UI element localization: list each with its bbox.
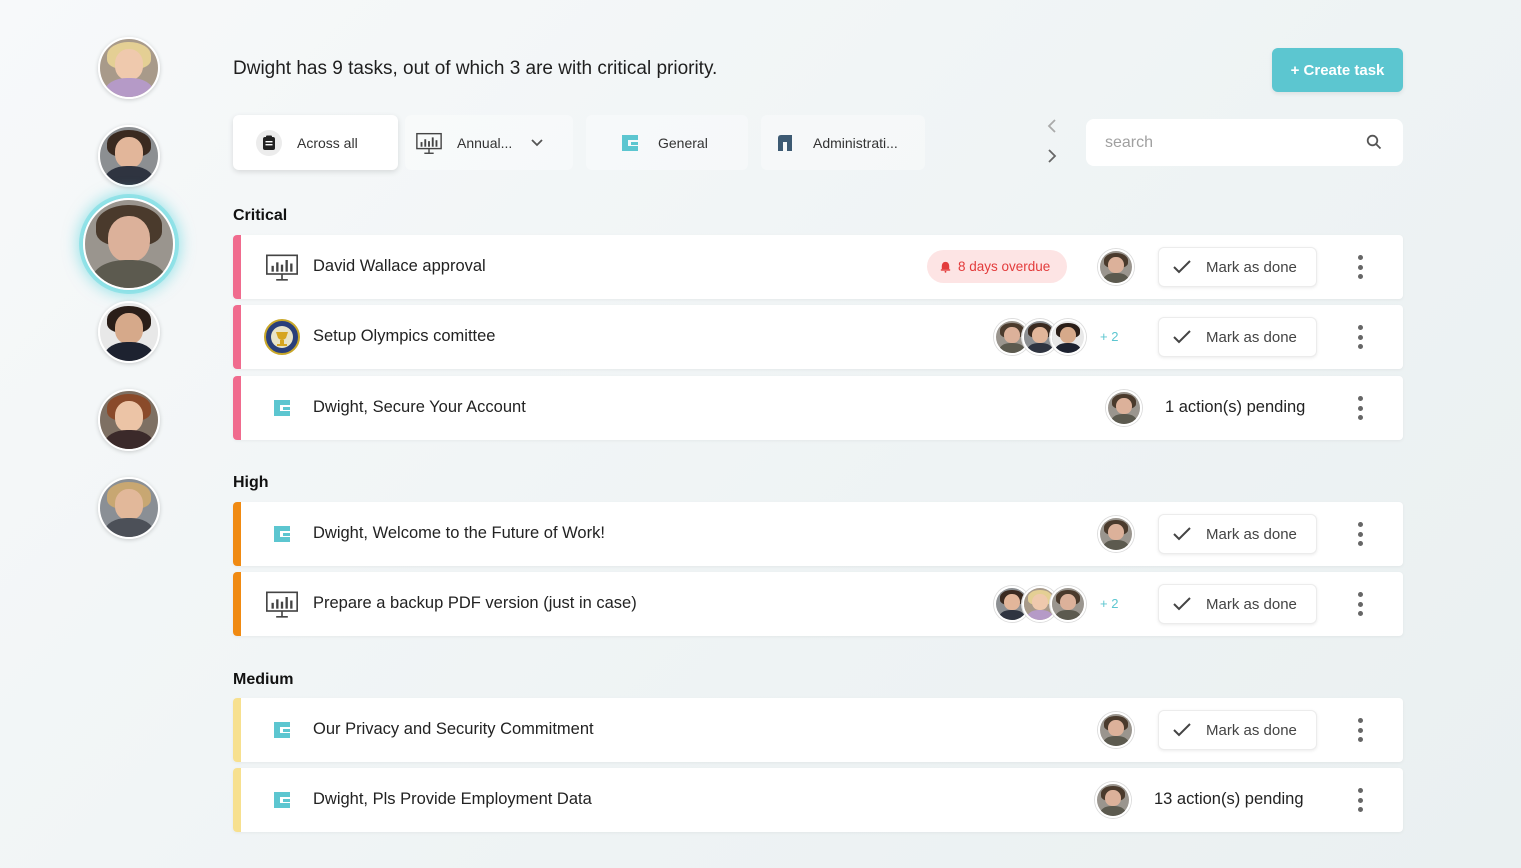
more-assignees-count[interactable]: + 2	[1100, 596, 1118, 611]
mark-as-done-label: Mark as done	[1206, 258, 1297, 276]
person-avatar[interactable]	[98, 301, 160, 363]
chevron-down-icon[interactable]	[530, 135, 544, 151]
checkmark-icon	[1173, 723, 1191, 737]
search-input[interactable]	[1086, 119, 1403, 166]
assignee-avatar[interactable]	[1098, 712, 1134, 748]
priority-bar	[233, 572, 241, 636]
priority-bar	[233, 502, 241, 566]
mark-as-done-label: Mark as done	[1206, 328, 1297, 346]
task-title: Dwight, Welcome to the Future of Work!	[313, 524, 605, 542]
assignee-avatar[interactable]	[1098, 249, 1134, 285]
alarm-icon	[940, 261, 951, 273]
tab-general[interactable]: General	[586, 115, 748, 170]
section-title-medium: Medium	[233, 671, 294, 688]
more-options-icon[interactable]	[1350, 396, 1370, 420]
task-title: Our Privacy and Security Commitment	[313, 720, 594, 738]
chevron-left-icon[interactable]	[1046, 118, 1058, 139]
g-logo-icon	[263, 782, 301, 818]
g-logo-icon	[263, 516, 301, 552]
task-row[interactable]: Setup Olympics comittee + 2 Mark as done	[233, 305, 1403, 369]
more-options-icon[interactable]	[1350, 255, 1370, 279]
tab-annual[interactable]: Annual...	[405, 115, 573, 170]
person-avatar-selected[interactable]	[83, 198, 175, 290]
more-options-icon[interactable]	[1350, 522, 1370, 546]
priority-bar	[233, 305, 241, 369]
page-title: Dwight has 9 tasks, out of which 3 are w…	[233, 58, 718, 79]
checkmark-icon	[1173, 330, 1191, 344]
task-row[interactable]: Prepare a backup PDF version (just in ca…	[233, 572, 1403, 636]
overdue-badge: 8 days overdue	[927, 250, 1068, 283]
mark-as-done-button[interactable]: Mark as done	[1158, 514, 1317, 554]
tab-label: General	[658, 134, 708, 151]
mark-as-done-label: Mark as done	[1206, 721, 1297, 739]
mark-as-done-button[interactable]: Mark as done	[1158, 584, 1317, 624]
olympics-seal-icon	[263, 319, 301, 355]
task-title: Setup Olympics comittee	[313, 327, 496, 345]
people-rail	[0, 0, 200, 868]
more-assignees-count[interactable]: + 2	[1100, 329, 1118, 344]
more-options-icon[interactable]	[1350, 592, 1370, 616]
presentation-chart-icon	[263, 586, 301, 622]
task-row[interactable]: Dwight, Pls Provide Employment Data 13 a…	[233, 768, 1403, 832]
task-row[interactable]: Our Privacy and Security Commitment Mark…	[233, 698, 1403, 762]
tab-label: Administrati...	[813, 134, 898, 151]
chevron-right-icon[interactable]	[1046, 148, 1058, 169]
person-avatar[interactable]	[98, 37, 160, 99]
create-task-button[interactable]: + Create task	[1272, 48, 1403, 92]
task-row[interactable]: David Wallace approval 8 days overdue Ma…	[233, 235, 1403, 299]
tab-label: Annual...	[457, 134, 513, 151]
assignee-avatar[interactable]	[1050, 586, 1086, 622]
g-logo-icon	[263, 390, 301, 426]
section-title-high: High	[233, 474, 269, 491]
pending-actions: 1 action(s) pending	[1165, 398, 1306, 416]
priority-bar	[233, 768, 241, 832]
presentation-chart-icon	[415, 129, 443, 157]
checkmark-icon	[1173, 260, 1191, 274]
task-title: Dwight, Secure Your Account	[313, 398, 526, 416]
checkmark-icon	[1173, 527, 1191, 541]
assignee-avatar[interactable]	[1098, 516, 1134, 552]
g-logo-icon	[616, 129, 644, 157]
section-title-critical: Critical	[233, 207, 288, 224]
task-title: David Wallace approval	[313, 257, 486, 275]
assignee-avatar[interactable]	[1106, 390, 1142, 426]
assignee-avatar[interactable]	[1095, 782, 1131, 818]
priority-bar	[233, 235, 241, 299]
overdue-text: 8 days overdue	[958, 259, 1051, 274]
person-avatar[interactable]	[98, 477, 160, 539]
person-avatar[interactable]	[98, 125, 160, 187]
presentation-chart-icon	[263, 249, 301, 285]
task-title: Prepare a backup PDF version (just in ca…	[313, 594, 637, 612]
more-options-icon[interactable]	[1350, 788, 1370, 812]
tab-administration[interactable]: Administrati...	[761, 115, 925, 170]
more-options-icon[interactable]	[1350, 718, 1370, 742]
pending-actions: 13 action(s) pending	[1154, 790, 1304, 808]
task-row[interactable]: Dwight, Secure Your Account 1 action(s) …	[233, 376, 1403, 440]
mark-as-done-label: Mark as done	[1206, 525, 1297, 543]
task-title: Dwight, Pls Provide Employment Data	[313, 790, 592, 808]
tab-across-all[interactable]: Across all	[233, 115, 398, 170]
mark-as-done-button[interactable]: Mark as done	[1158, 317, 1317, 357]
priority-bar	[233, 376, 241, 440]
mark-as-done-button[interactable]: Mark as done	[1158, 247, 1317, 287]
checkmark-icon	[1173, 597, 1191, 611]
mark-as-done-button[interactable]: Mark as done	[1158, 710, 1317, 750]
more-options-icon[interactable]	[1350, 325, 1370, 349]
assignee-avatar[interactable]	[1050, 319, 1086, 355]
g-logo-icon	[263, 712, 301, 748]
search-icon[interactable]	[1366, 134, 1382, 155]
task-row[interactable]: Dwight, Welcome to the Future of Work! M…	[233, 502, 1403, 566]
clipboard-icon	[255, 129, 283, 157]
mark-as-done-label: Mark as done	[1206, 595, 1297, 613]
tab-label: Across all	[297, 134, 358, 151]
person-avatar[interactable]	[98, 389, 160, 451]
priority-bar	[233, 698, 241, 762]
a-logo-icon	[771, 129, 799, 157]
